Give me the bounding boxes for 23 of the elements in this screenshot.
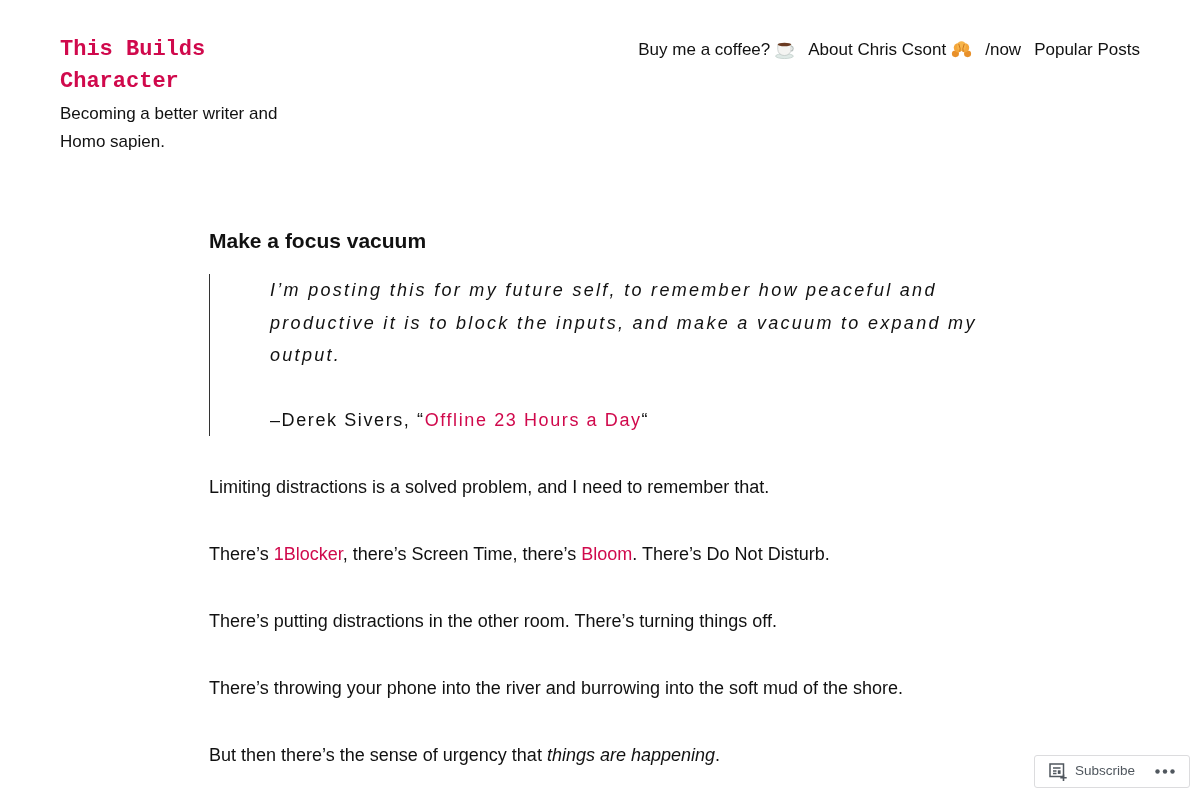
body-paragraph: But then there’s the sense of urgency that things are happening.: [209, 744, 722, 767]
quote-text: I’m posting this for my future self, to remember how peaceful and productive it is to block the inputs, and make a vacuum to expand my output.: [270, 279, 978, 367]
nav-link[interactable]: /now: [985, 34, 1022, 66]
inline-link[interactable]: Offline 23 Hours a Day: [424, 409, 642, 430]
croissant-icon: [951, 40, 973, 60]
nav-link[interactable]: About Chris Csont: [808, 34, 973, 66]
subscribe-button[interactable]: Subscribe: [1048, 761, 1135, 782]
nav-link[interactable]: Buy me a coffee?: [638, 34, 796, 66]
inline-link[interactable]: 1Blocker: [273, 544, 343, 564]
more-button[interactable]: [1155, 769, 1175, 774]
coffee-cup-icon: [775, 40, 796, 60]
site-title[interactable]: This Builds Character: [60, 34, 300, 98]
body-paragraph: There’s 1Blocker, there’s Screen Time, there’s Bloom. There’s Do Not Disturb.: [209, 543, 831, 566]
body-paragraph: There’s throwing your phone into the river and burrowing into the soft mud of the shore.: [209, 677, 905, 700]
body-paragraph: There’s putting distractions in the other room. There’s turning things off.: [209, 610, 778, 633]
quote-attribution: –Derek Sivers, “Offline 23 Hours a Day“: [270, 408, 651, 432]
reader-icon: [1048, 762, 1067, 781]
nav-link[interactable]: Popular Posts: [1034, 34, 1140, 66]
site-tagline: Becoming a better writer and Homo sapien.: [60, 103, 279, 153]
inline-link[interactable]: Bloom: [581, 544, 633, 564]
post-title: Make a focus vacuum: [209, 228, 428, 254]
body-paragraph: Limiting distractions is a solved problem, and I need to remember that.: [209, 476, 771, 499]
ellipsis-icon: [1155, 769, 1175, 774]
